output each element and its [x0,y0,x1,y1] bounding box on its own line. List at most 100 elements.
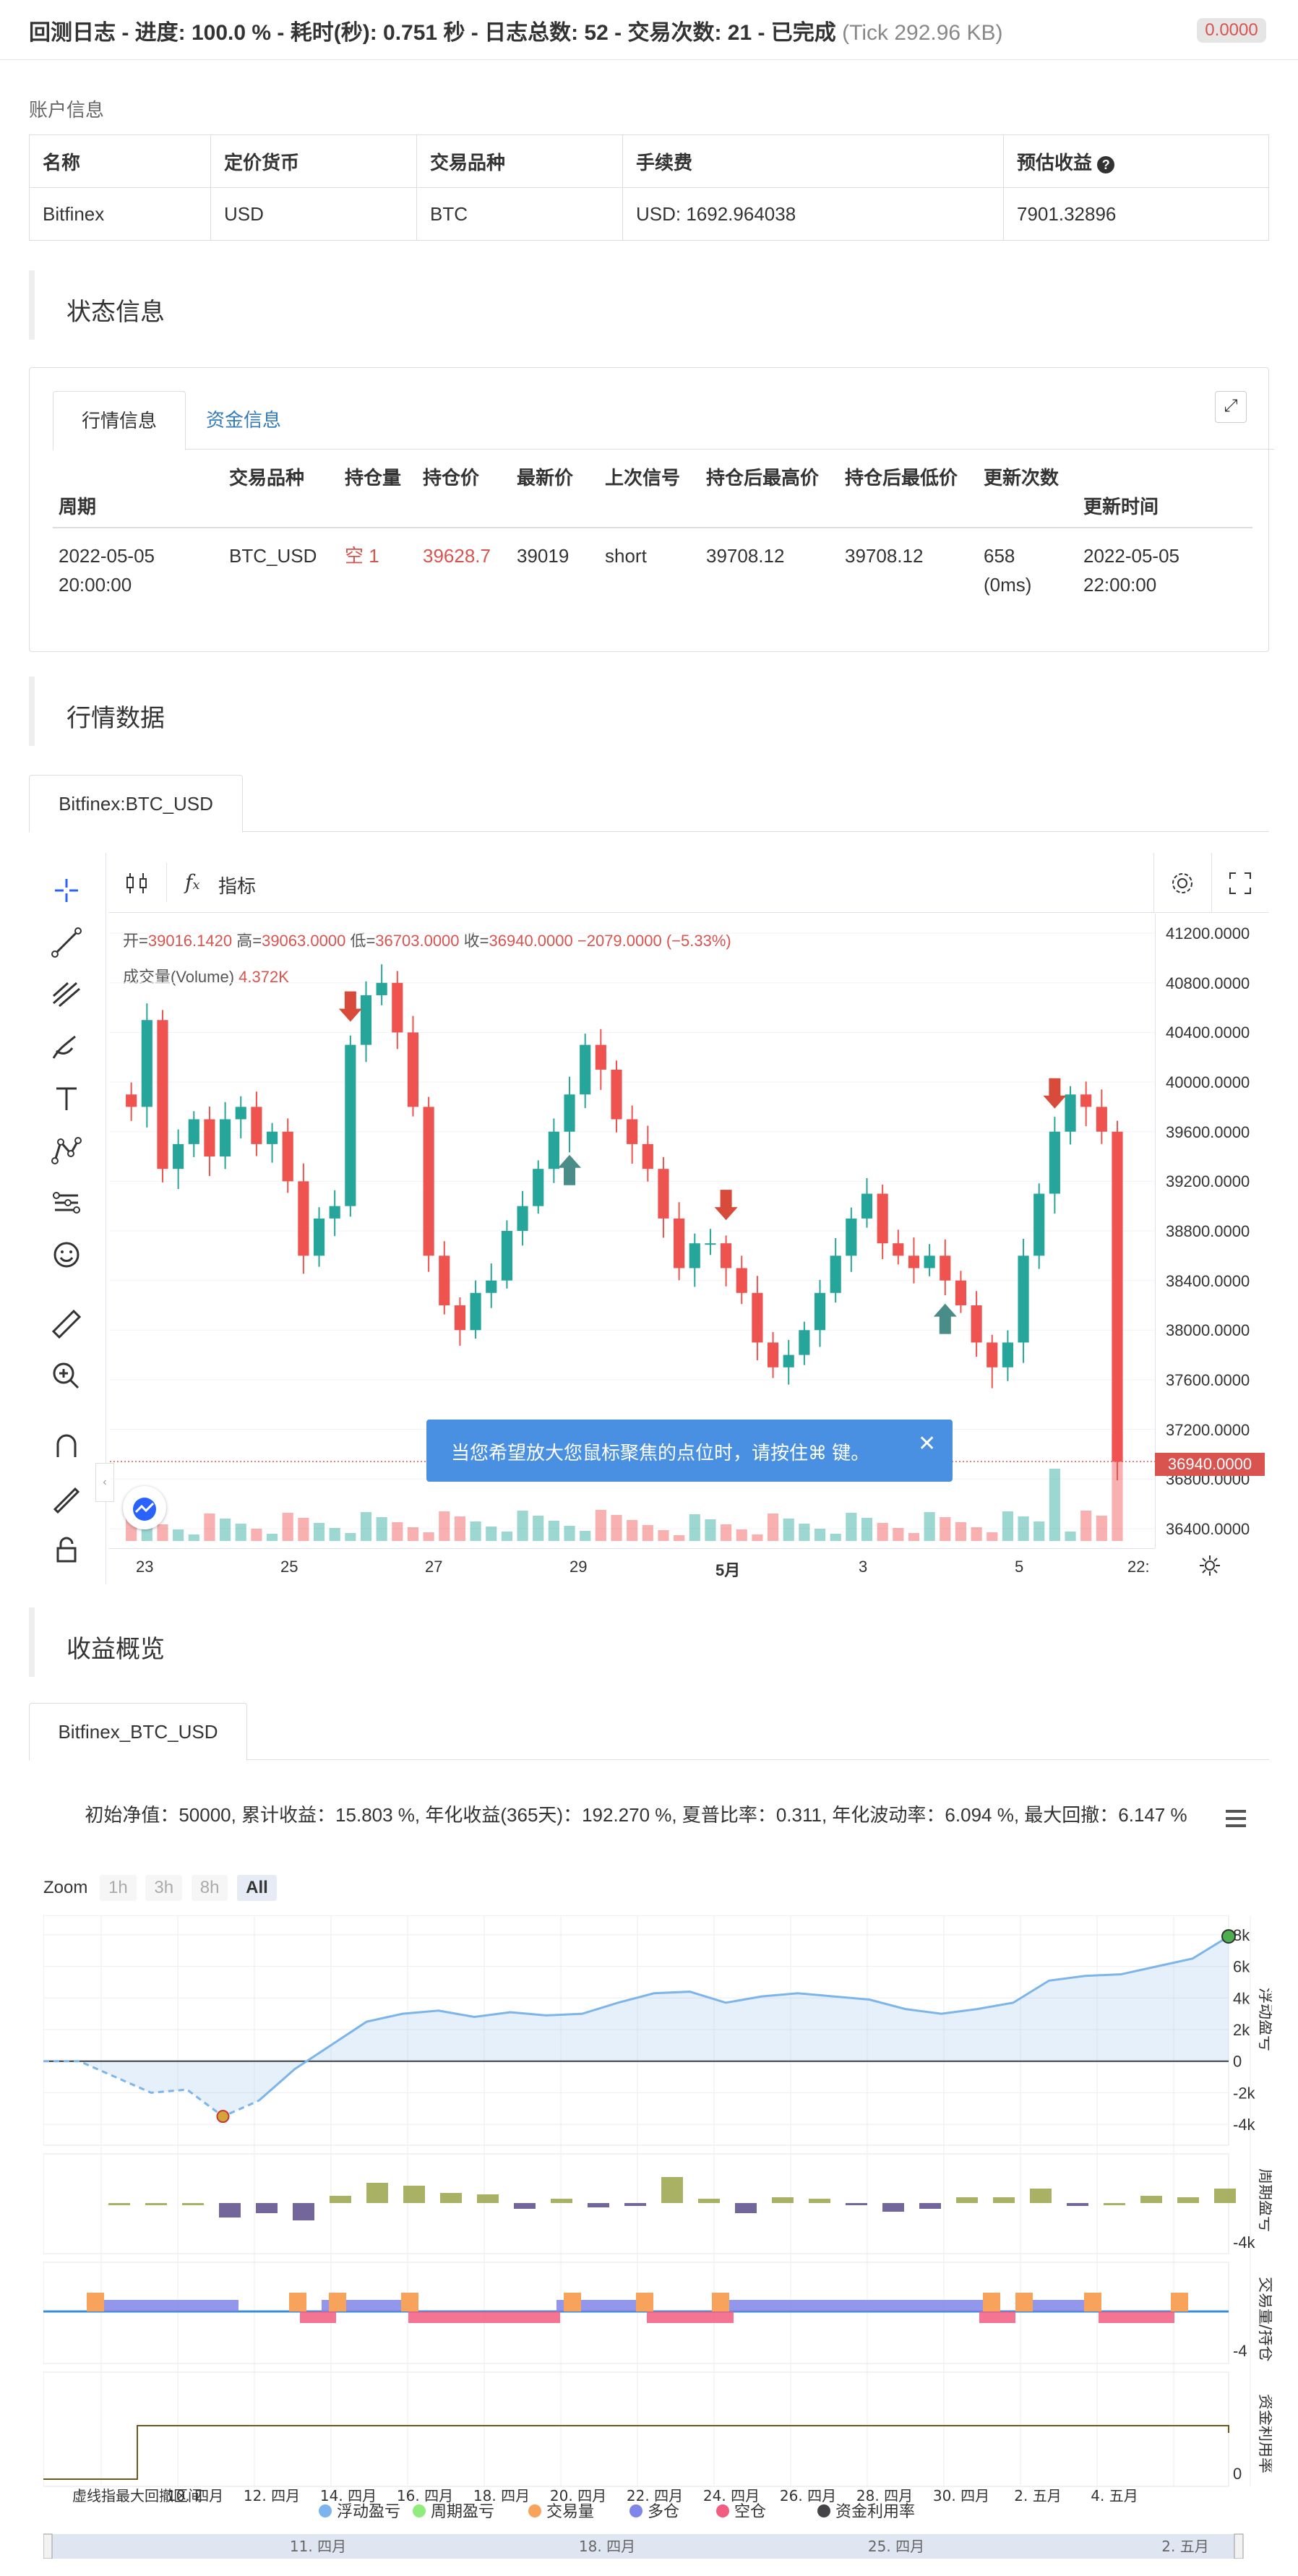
volume-bar [705,1519,716,1541]
candle-body [376,982,387,995]
x-tick: 12. 四月 [244,2487,300,2504]
volume-bar [1015,2293,1033,2311]
y-tick: -2k [1233,2084,1256,2102]
menu-icon[interactable] [1221,1807,1250,1830]
volume-bar [298,1518,309,1541]
price-tick: 38000.0000 [1166,1321,1250,1340]
x-tick: 22. 四月 [627,2487,683,2504]
legend-marker [629,2504,642,2517]
profit-chart[interactable]: 8k6k4k2k0-2k-4k-4k-40浮动盈亏周期盈亏交易量/持仓资金利用率… [43,1915,1272,2559]
zoom-all-button[interactable]: All [237,1875,277,1901]
candle-body [924,1255,935,1268]
time-tick: 22: [1127,1558,1150,1576]
cell-high-after: 39708.12 [706,545,785,567]
zoom-1h-button[interactable]: 1h [100,1875,137,1901]
navigator-handle-left [43,2533,53,2559]
legend-marker [716,2504,729,2517]
settings-gear-icon[interactable] [1168,869,1197,898]
panel-frame [43,2262,1229,2364]
navigator-range [43,2534,1243,2559]
volume-bar [401,2293,418,2311]
pattern-icon[interactable] [46,1130,87,1171]
x-tick: 18. 四月 [473,2487,530,2504]
close-icon[interactable]: ✕ [918,1431,936,1456]
volume-bar [627,1520,638,1541]
help-icon[interactable]: ? [1097,155,1115,173]
trend-line-icon[interactable] [46,922,87,963]
candles-icon[interactable] [123,869,152,898]
brush-icon[interactable] [46,1026,87,1067]
tab-fund-info[interactable]: 资金信息 [206,391,281,449]
period-pnl-bar [551,2199,572,2203]
cloud-logo-icon [133,1498,156,1521]
emoji-icon[interactable] [46,1235,87,1275]
volume-bar [1096,1516,1107,1541]
short-position-bar [300,2311,336,2323]
max-drawdown-marker [216,2110,230,2124]
volume-bar [1084,2293,1101,2311]
cell-position-price: 39628.7 [423,545,491,567]
volume-bar [266,1534,278,1541]
fullscreen-icon[interactable] [1226,869,1255,898]
ruler-icon[interactable] [46,1304,87,1344]
candle-body [752,1292,763,1343]
volume-bar [329,2293,346,2311]
legend-marker [817,2504,830,2517]
fx-icon[interactable]: fx [185,870,200,894]
candle-body [533,1169,544,1206]
volume-bar [87,2293,104,2311]
lock-icon[interactable] [46,1529,87,1570]
cell-fee: USD: 1692.964038 [622,187,1004,241]
tab-bitfinex-btc-usd-profit[interactable]: Bitfinex_BTC_USD [29,1703,247,1761]
cell-currency: USD [210,187,417,241]
expand-icon[interactable]: ⤢ [1215,391,1247,423]
volume-bar [329,1528,340,1541]
zoom-3h-button[interactable]: 3h [145,1875,183,1901]
candle-body [721,1243,732,1268]
th-last-signal: 上次信号 [605,467,681,489]
indicators-button[interactable]: 指标 [218,872,256,898]
volume-bar [533,1516,544,1541]
y-tick: 6k [1233,1958,1250,1976]
candle-body [204,1119,215,1157]
volume-bar [611,1515,622,1541]
time-tick: 29 [570,1558,588,1576]
th-update-time: 更新时间 [1083,496,1159,518]
legend-marker [413,2504,426,2517]
toolbar-divider [1211,853,1212,912]
tab-bitfinex-btc-usd[interactable]: Bitfinex:BTC_USD [29,775,243,833]
period-pnl-bar [330,2196,351,2203]
y-tick: 0 [1233,2053,1242,2071]
tradingview-logo[interactable] [123,1486,166,1529]
candle-body [407,1032,419,1107]
period-pnl-bar [1214,2189,1236,2203]
projection-icon[interactable] [46,1182,87,1223]
navigator-tick: 25. 四月 [868,2538,924,2555]
chart-settings-icon[interactable] [1195,1551,1224,1580]
y-tick: 0 [1233,2465,1242,2483]
candle-body [517,1206,528,1231]
crosshair-icon[interactable] [46,870,87,911]
th-high-after: 持仓后最高价 [706,467,820,489]
candle-body [1002,1342,1013,1368]
status-badge: 0.0000 [1197,18,1266,43]
fib-tool-icon[interactable] [46,974,87,1015]
volume-bar [783,1519,794,1541]
cell-name: Bitfinex [29,187,211,241]
lock-drawing-icon[interactable] [46,1477,87,1518]
period-pnl-bar [1067,2203,1088,2206]
volume-bar [423,1532,434,1541]
th-low-after: 持仓后最低价 [845,467,958,489]
tab-market-info[interactable]: 行情信息 [53,391,186,450]
zoom-in-icon[interactable] [46,1356,87,1396]
zoom-8h-button[interactable]: 8h [191,1875,228,1901]
cell-symbol: BTC [416,187,623,241]
candle-body [564,1094,575,1132]
text-tool-icon[interactable] [46,1078,87,1119]
time-axis[interactable]: 23 25 27 29 5月 3 5 22: [108,1548,1155,1585]
price-tick: 37600.0000 [1166,1370,1250,1389]
axis-title: 资金利用率 [1256,2394,1272,2473]
col-name: 名称 [29,134,211,188]
candle-body [251,1107,262,1144]
magnet-icon[interactable] [46,1425,87,1466]
